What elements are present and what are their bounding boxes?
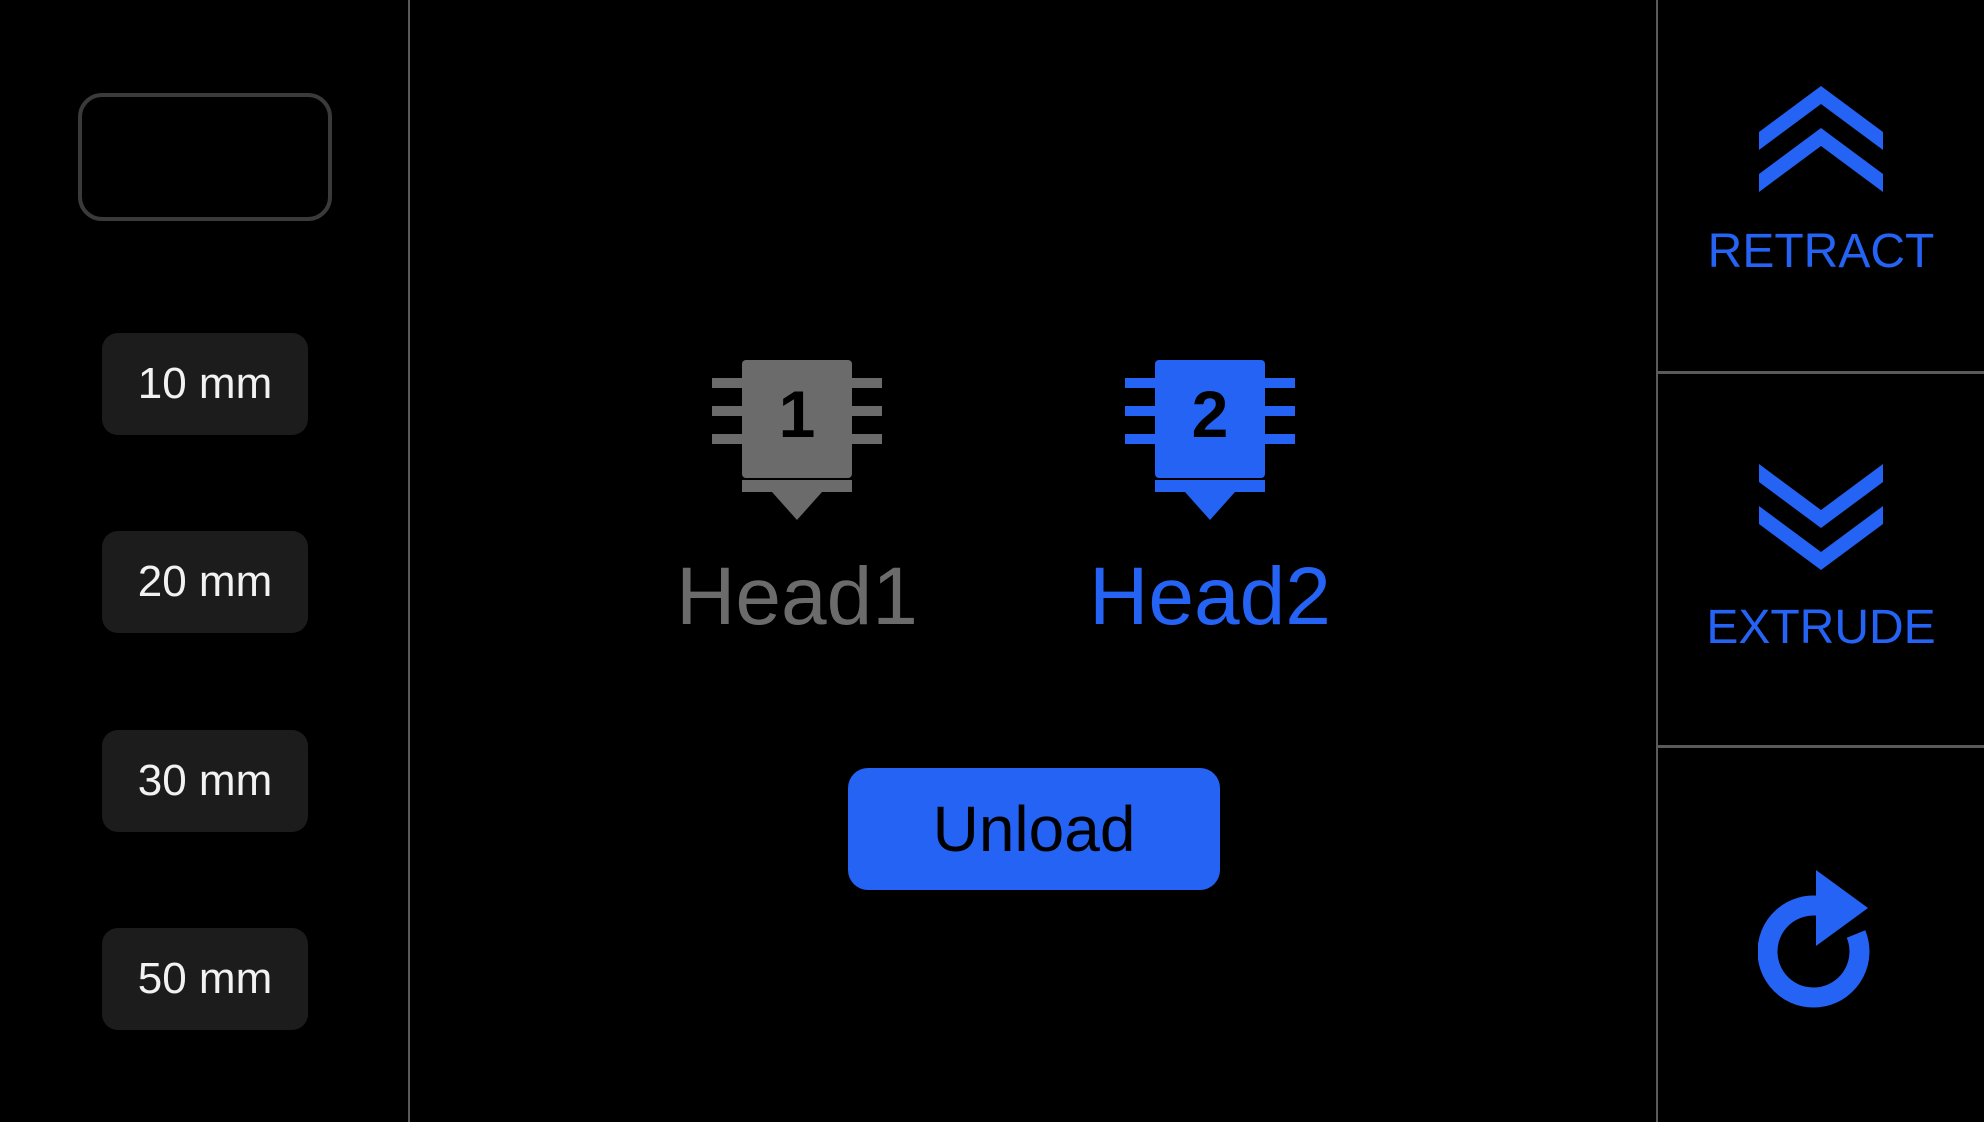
retract-button[interactable]: RETRACT bbox=[1658, 0, 1984, 374]
extrude-control-panel: RETRACT EXTRUDE bbox=[1656, 0, 1984, 1122]
head2-number: 2 bbox=[1191, 377, 1229, 451]
head2-selector[interactable]: 2 Head2 bbox=[1060, 360, 1360, 660]
refresh-icon bbox=[1758, 870, 1870, 1008]
extrude-label: EXTRUDE bbox=[1706, 601, 1936, 654]
step-50mm-button[interactable]: 50 mm bbox=[102, 928, 308, 1030]
step-10mm-button[interactable]: 10 mm bbox=[102, 333, 308, 435]
refresh-button[interactable] bbox=[1658, 748, 1984, 1122]
head1-label: Head1 bbox=[676, 551, 918, 642]
head1-selector[interactable]: 1 Head1 bbox=[647, 360, 947, 660]
double-chevron-up-icon bbox=[1759, 86, 1883, 192]
unload-button[interactable]: Unload bbox=[848, 768, 1220, 890]
step-20mm-button[interactable]: 20 mm bbox=[102, 531, 308, 633]
step-length-panel: 10 mm 20 mm 30 mm 50 mm bbox=[0, 0, 410, 1122]
filament-screen: 10 mm 20 mm 30 mm 50 mm 1 Head1 2 Head2 … bbox=[0, 0, 1984, 1122]
head-select-panel: 1 Head1 2 Head2 Unload bbox=[410, 0, 1656, 1122]
length-input[interactable] bbox=[78, 93, 332, 221]
head1-number: 1 bbox=[778, 377, 816, 451]
retract-label: RETRACT bbox=[1707, 225, 1935, 278]
extrude-button[interactable]: EXTRUDE bbox=[1658, 374, 1984, 748]
step-30mm-button[interactable]: 30 mm bbox=[102, 730, 308, 832]
double-chevron-down-icon bbox=[1759, 464, 1883, 570]
head2-label: Head2 bbox=[1089, 551, 1331, 642]
